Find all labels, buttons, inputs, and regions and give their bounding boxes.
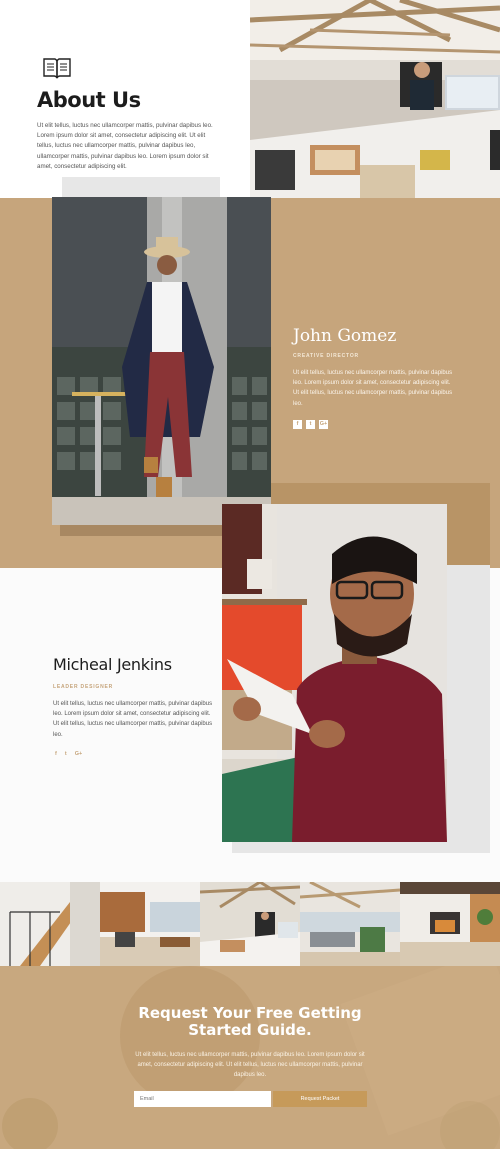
gallery-image-office[interactable] [200,882,300,966]
about-title: About Us [37,88,141,112]
gallery-image-staircase[interactable] [0,882,100,966]
member-role: LEADER DESIGNER [53,684,114,690]
email-field[interactable] [134,1091,271,1107]
cta-title-line-1: Request Your Free Getting [138,1004,362,1022]
gray-accent-block [62,177,220,199]
request-packet-button[interactable]: Request Packet [273,1091,367,1107]
google-plus-icon[interactable]: G+ [319,420,328,429]
micheal-jenkins-photo [222,504,447,842]
google-plus-icon[interactable]: G+ [75,751,83,757]
john-gomez-photo [52,197,271,525]
social-links: f t G+ [55,751,82,757]
social-links: f t G+ [293,420,328,429]
gallery-image-lounge[interactable] [300,882,400,966]
gallery-strip [0,882,500,966]
cta-title-line-2: Started Guide. [188,1021,312,1039]
about-body-text: Ut elit tellus, luctus nec ullamcorper m… [37,122,213,170]
facebook-icon[interactable]: f [55,751,57,757]
cta-title: Request Your Free Getting Started Guide. [0,1005,500,1039]
book-icon [42,55,72,80]
member-bio: Ut elit tellus, luctus nec ullamcorper m… [53,701,213,738]
member-bio: Ut elit tellus, luctus nec ullamcorper m… [293,370,453,407]
member-role: CREATIVE DIRECTOR [293,353,359,359]
cta-body-text: Ut elit tellus, luctus nec ullamcorper m… [135,1052,365,1079]
gallery-image-living-room[interactable] [400,882,500,966]
gallery-image-kitchen[interactable] [100,882,200,966]
member-name: Micheal Jenkins [53,655,172,674]
facebook-icon[interactable]: f [293,420,302,429]
twitter-icon[interactable]: t [306,420,315,429]
office-photo [250,0,500,220]
member-name: John Gomez [293,326,397,346]
twitter-icon[interactable]: t [65,751,67,757]
